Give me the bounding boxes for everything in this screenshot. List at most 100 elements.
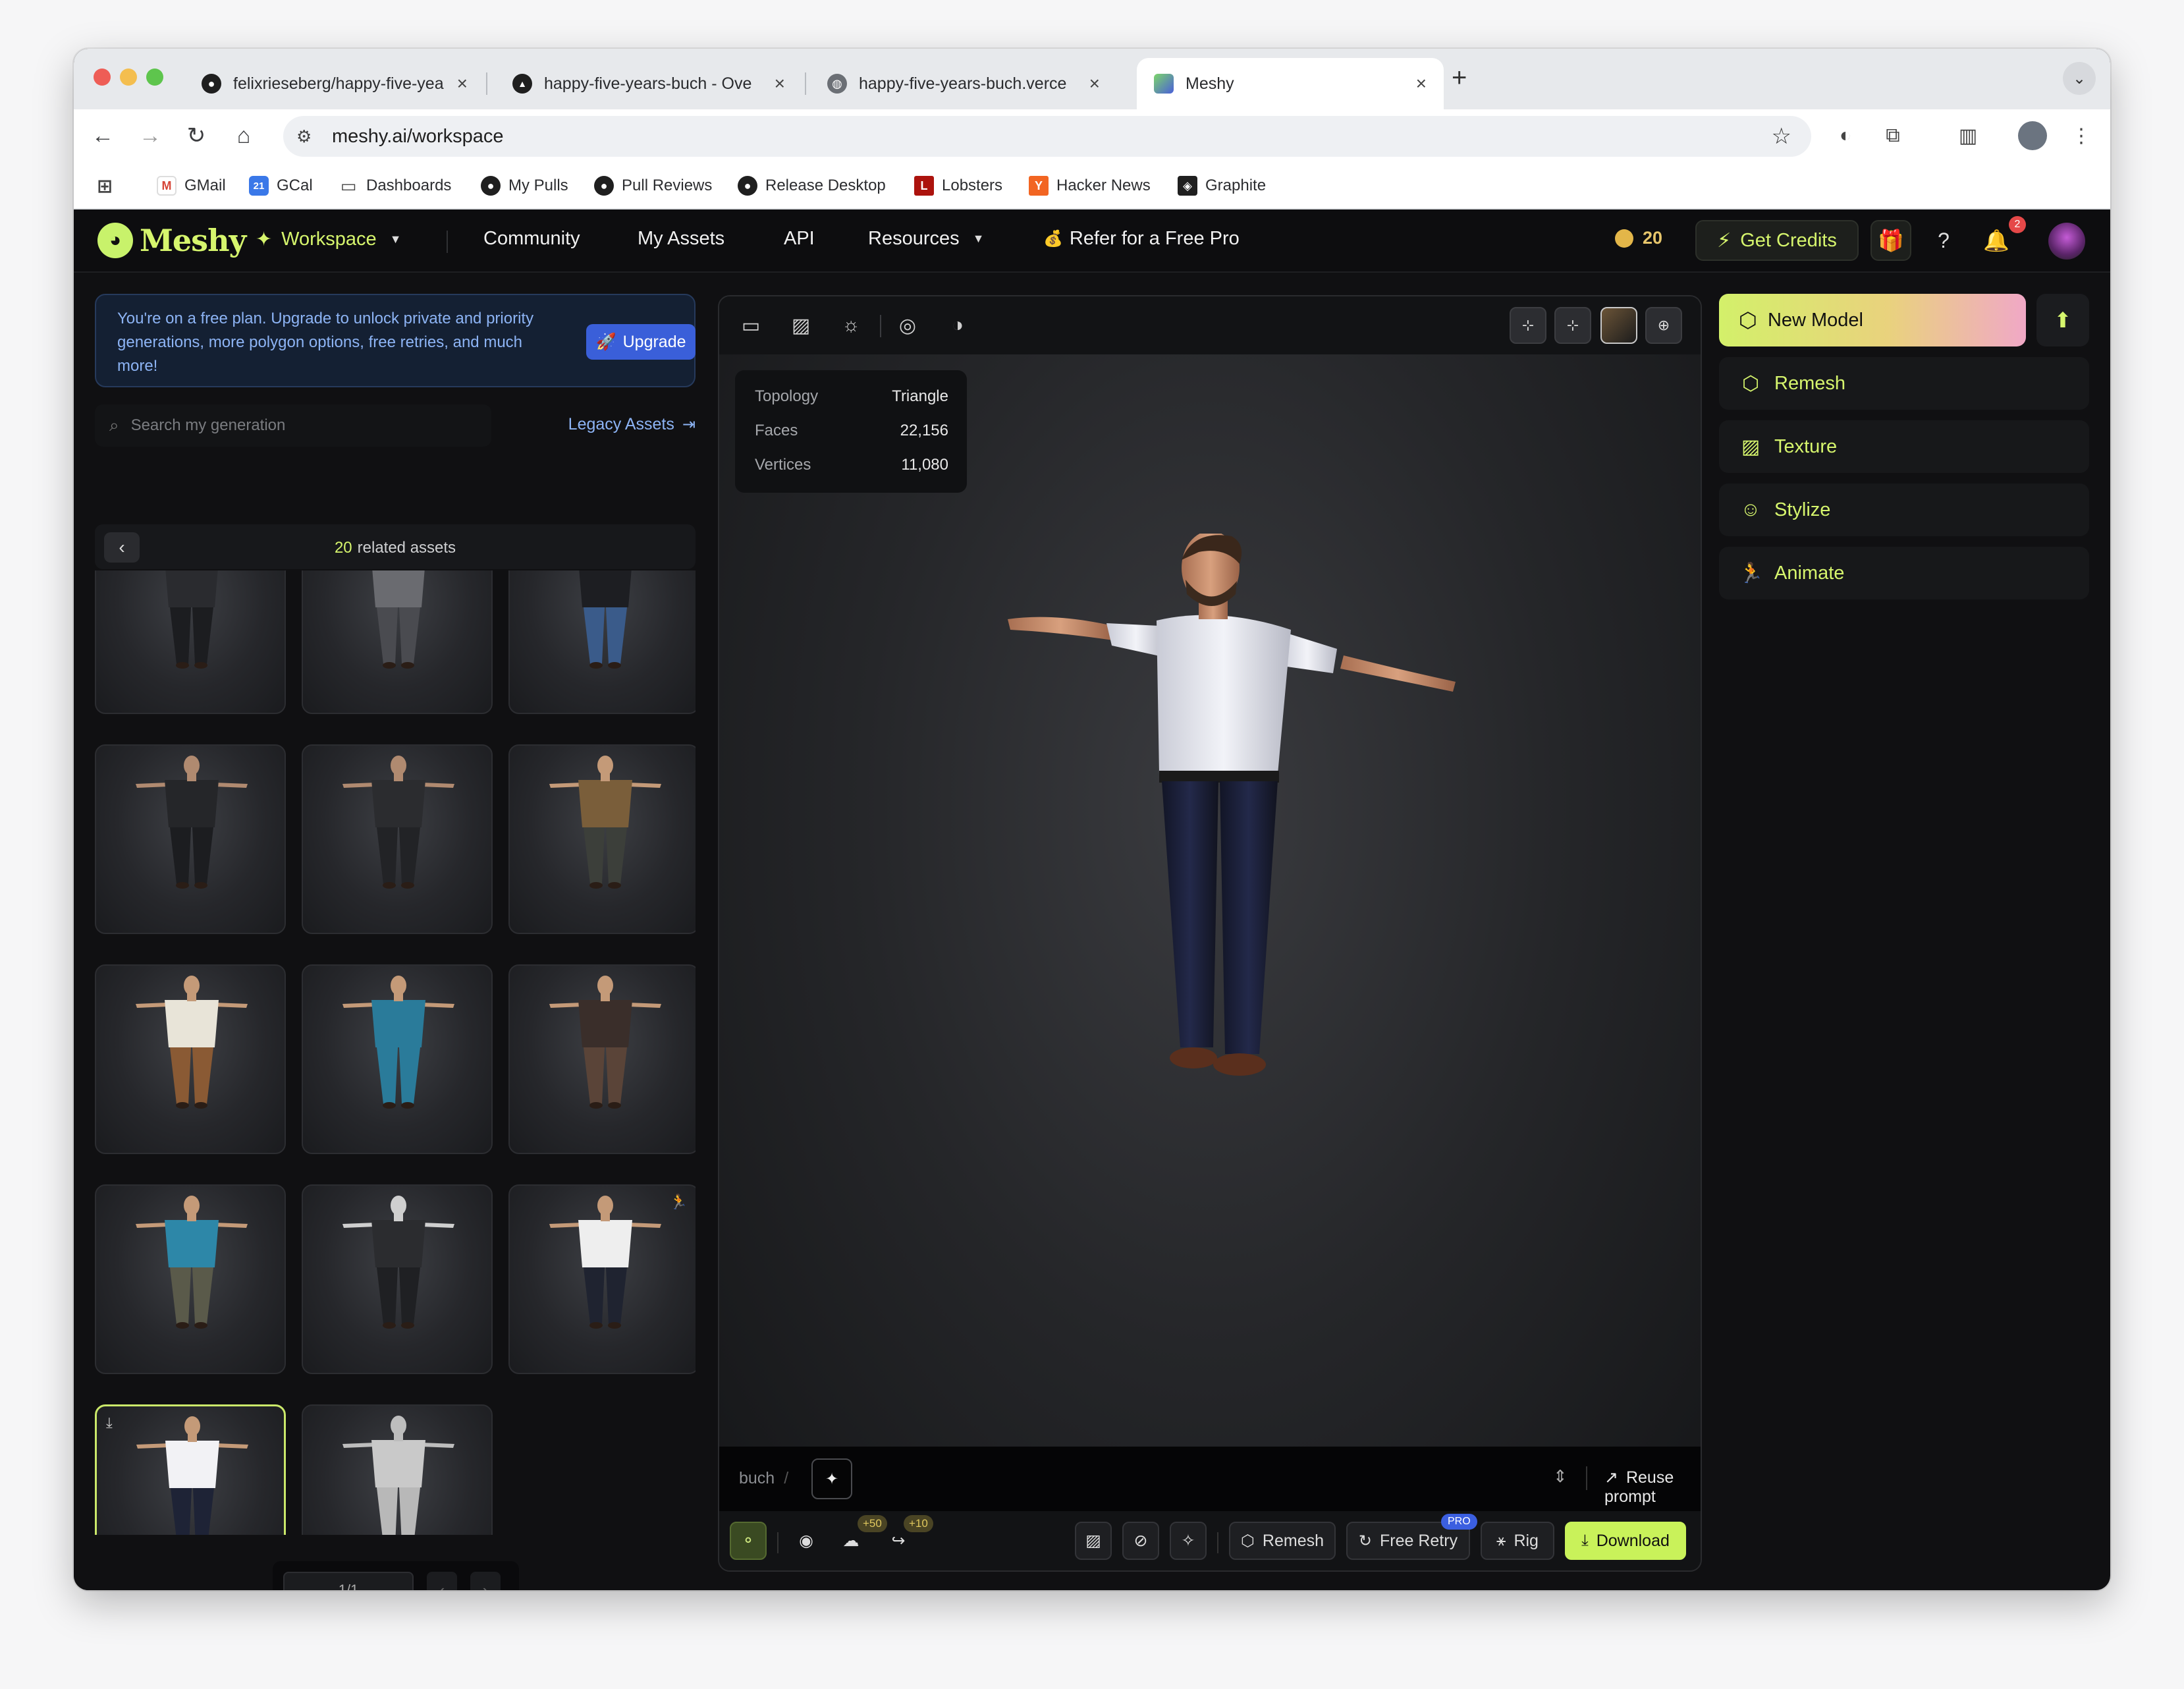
- asset-thumbnail[interactable]: [95, 744, 286, 934]
- new-tab-button[interactable]: +: [1452, 63, 1467, 93]
- tab-search-chevron-icon[interactable]: ⌄: [2063, 62, 2096, 95]
- close-tab-icon[interactable]: ×: [1416, 73, 1427, 94]
- asset-thumbnail[interactable]: [302, 1404, 493, 1535]
- download-button[interactable]: ⤓ Download: [1565, 1522, 1686, 1560]
- site-settings-icon[interactable]: ⚙: [296, 126, 323, 147]
- side-panel-icon[interactable]: ▥: [1953, 121, 1982, 150]
- bookmark-star-icon[interactable]: ☆: [1772, 123, 1791, 150]
- close-tab-icon[interactable]: ×: [775, 73, 785, 94]
- preview-thumbnail[interactable]: [1600, 307, 1637, 344]
- maximize-window-button[interactable]: [146, 69, 163, 86]
- tool-remesh[interactable]: ⬡ Remesh: [1719, 357, 2089, 410]
- search-input[interactable]: [130, 416, 460, 435]
- upload-icon[interactable]: ⬆: [2036, 294, 2089, 346]
- browser-menu-icon[interactable]: ⋮: [2067, 121, 2096, 150]
- asset-thumbnail[interactable]: [95, 964, 286, 1154]
- stylize-icon: ☺: [1740, 499, 1761, 520]
- next-page-button[interactable]: ›: [470, 1572, 501, 1590]
- bookmark-pull-reviews[interactable]: ● Pull Reviews: [594, 173, 712, 199]
- gift-icon[interactable]: 🎁: [1870, 220, 1911, 261]
- nav-workspace[interactable]: ✦ Workspace ▼: [256, 228, 402, 251]
- stat-topology: Topology Triangle: [755, 387, 948, 406]
- bookmark-hacker-news[interactable]: Y Hacker News: [1029, 173, 1151, 199]
- zoom-search-icon[interactable]: ⊕: [1645, 307, 1682, 344]
- new-model-button[interactable]: ⬡ New Model: [1719, 294, 2026, 346]
- asset-thumbnail[interactable]: ⤓: [95, 1404, 286, 1535]
- home-icon[interactable]: ⌂: [227, 119, 261, 153]
- tool-animate[interactable]: 🏃 Animate: [1719, 547, 2089, 599]
- sparkle-thumbnail-icon[interactable]: ✦: [811, 1458, 852, 1499]
- asset-thumbnail[interactable]: [508, 570, 696, 714]
- prev-page-button[interactable]: ‹: [427, 1572, 457, 1590]
- rig-button[interactable]: ⚹ Rig: [1481, 1522, 1554, 1560]
- upgrade-button[interactable]: 🚀 Upgrade: [586, 324, 696, 360]
- texture-stripes-icon[interactable]: ▨: [786, 311, 815, 340]
- bookmark-my-pulls[interactable]: ● My Pulls: [481, 173, 568, 199]
- get-credits-button[interactable]: ⚡ Get Credits: [1695, 220, 1859, 261]
- stylize-icon[interactable]: ✧: [1170, 1522, 1207, 1560]
- wireframe-sphere-icon[interactable]: ◎: [893, 311, 922, 340]
- asset-thumbnail[interactable]: [508, 744, 696, 934]
- forward-arrow-icon[interactable]: →: [133, 119, 167, 153]
- browser-tab-1[interactable]: ● felixrieseberg/happy-five-yea ×: [184, 58, 485, 109]
- close-tab-icon[interactable]: ×: [1089, 73, 1100, 94]
- blender-icon[interactable]: ◉: [788, 1522, 825, 1560]
- bookmark-release-desktop[interactable]: ● Release Desktop: [738, 173, 886, 199]
- character-figure: [165, 570, 218, 669]
- remesh-button[interactable]: ⬡ Remesh: [1229, 1522, 1336, 1560]
- minimize-window-button[interactable]: [120, 69, 137, 86]
- asset-thumbnail[interactable]: [95, 570, 286, 714]
- lightning-icon: ⚡: [1717, 229, 1732, 252]
- asset-thumbnail[interactable]: [302, 744, 493, 934]
- close-tab-icon[interactable]: ×: [457, 73, 468, 94]
- bookmark-gmail[interactable]: M GMail: [157, 173, 226, 199]
- asset-thumbnail[interactable]: [302, 570, 493, 714]
- help-icon[interactable]: ?: [1923, 220, 1964, 261]
- bookmark-lobsters[interactable]: L Lobsters: [914, 173, 1002, 199]
- assets-panel: You're on a free plan. Upgrade to unlock…: [74, 273, 706, 1590]
- browser-tab-3[interactable]: ◍ happy-five-years-buch.verce ×: [810, 58, 1117, 109]
- close-window-button[interactable]: [94, 69, 111, 86]
- asset-thumbnail[interactable]: [508, 964, 696, 1154]
- nav-community[interactable]: Community: [483, 228, 580, 250]
- view-option-2-icon[interactable]: ⊹: [1554, 307, 1591, 344]
- model-viewport[interactable]: ▭ ▨ ☼ ◎ ◑ ⊹ ⊹ ⊕ Topology Triangle Faces 22…: [718, 295, 1702, 1572]
- browser-tab-2[interactable]: ▲ happy-five-years-buch - Ove ×: [495, 58, 802, 109]
- legacy-assets-link[interactable]: Legacy Assets ⇥: [568, 415, 696, 434]
- nav-api[interactable]: API: [784, 228, 815, 250]
- nav-refer[interactable]: 💰 Refer for a Free Pro: [1043, 228, 1240, 250]
- reload-icon[interactable]: ↻: [179, 119, 213, 153]
- texture-stripes-icon[interactable]: ▨: [1075, 1522, 1112, 1560]
- meshy-logo-icon: ◕: [97, 223, 133, 258]
- nav-resources[interactable]: Resources ▼: [868, 228, 984, 250]
- action-divider: [777, 1532, 778, 1553]
- profile-avatar[interactable]: [2018, 121, 2047, 150]
- tool-texture[interactable]: ▨ Texture: [1719, 420, 2089, 473]
- asset-thumbnail[interactable]: [302, 964, 493, 1154]
- back-arrow-icon[interactable]: ←: [86, 119, 120, 153]
- expand-updown-icon[interactable]: ⇕: [1553, 1466, 1568, 1487]
- light-sun-icon[interactable]: ☼: [836, 311, 865, 340]
- node-graph-icon[interactable]: ⚬: [730, 1522, 767, 1560]
- view-option-1-icon[interactable]: ⊹: [1510, 307, 1546, 344]
- extensions-puzzle-icon[interactable]: ⧉: [1878, 121, 1907, 150]
- address-bar[interactable]: ⚙ meshy.ai/workspace ☆: [283, 116, 1811, 157]
- meshy-logo[interactable]: ◕ Meshy: [97, 223, 246, 258]
- asset-thumbnail[interactable]: [302, 1184, 493, 1374]
- page-input[interactable]: 1/1: [283, 1572, 414, 1590]
- browser-tab-4-active[interactable]: Meshy ×: [1137, 58, 1444, 109]
- reuse-prompt-button[interactable]: ↗ Reuse prompt: [1604, 1468, 1701, 1507]
- user-avatar[interactable]: [2048, 223, 2085, 260]
- bookmark-dashboards[interactable]: ▭ Dashboards: [339, 173, 452, 199]
- tool-stylize[interactable]: ☺ Stylize: [1719, 484, 2089, 536]
- asset-thumbnail[interactable]: [95, 1184, 286, 1374]
- bookmark-graphite[interactable]: ◈ Graphite: [1178, 173, 1266, 199]
- monitor-icon[interactable]: ▭: [736, 311, 765, 340]
- retexture-icon[interactable]: ⊘: [1122, 1522, 1159, 1560]
- bookmark-gcal[interactable]: 21 GCal: [249, 173, 313, 199]
- nav-my-assets[interactable]: My Assets: [638, 228, 724, 250]
- asset-thumbnail[interactable]: 🏃: [508, 1184, 696, 1374]
- password-manager-icon[interactable]: ◐: [1831, 121, 1860, 150]
- apps-grid-icon[interactable]: ⊞: [95, 173, 123, 199]
- shaded-sphere-icon[interactable]: ◑: [943, 311, 972, 340]
